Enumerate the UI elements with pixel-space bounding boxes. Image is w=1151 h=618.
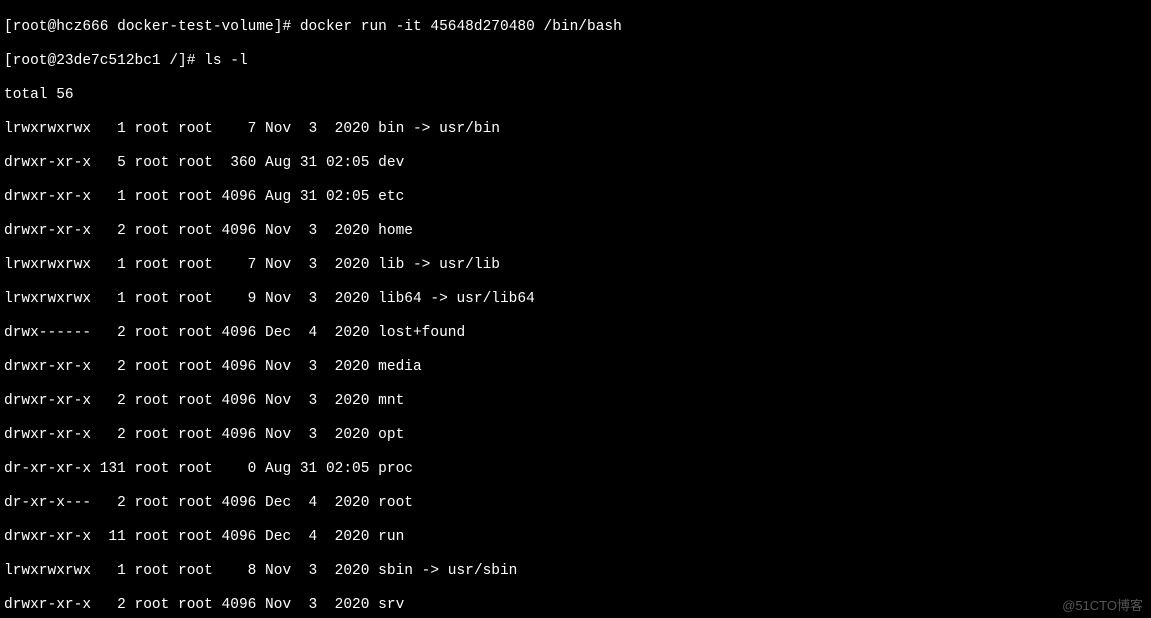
cmd-ls: ls -l: [204, 53, 248, 69]
line-host-cmd: [root@hcz666 docker-test-volume]# docker…: [4, 19, 1147, 36]
ls-entry: drwx------ 2 root root 4096 Dec 4 2020 l…: [4, 325, 1147, 342]
terminal[interactable]: [root@hcz666 docker-test-volume]# docker…: [0, 0, 1151, 618]
line-total: total 56: [4, 87, 1147, 104]
ls-entry: drwxr-xr-x 2 root root 4096 Nov 3 2020 m…: [4, 359, 1147, 376]
ls-entry: lrwxrwxrwx 1 root root 8 Nov 3 2020 sbin…: [4, 563, 1147, 580]
ls-entry: drwxr-xr-x 1 root root 4096 Aug 31 02:05…: [4, 189, 1147, 206]
ls-entry: drwxr-xr-x 2 root root 4096 Nov 3 2020 h…: [4, 223, 1147, 240]
ls-entry: lrwxrwxrwx 1 root root 9 Nov 3 2020 lib6…: [4, 291, 1147, 308]
ls-entry: drwxr-xr-x 2 root root 4096 Nov 3 2020 s…: [4, 597, 1147, 614]
ls-entry: dr-xr-xr-x 131 root root 0 Aug 31 02:05 …: [4, 461, 1147, 478]
watermark-text: @51CTO博客: [1062, 597, 1143, 614]
ls-entry: drwxr-xr-x 2 root root 4096 Nov 3 2020 m…: [4, 393, 1147, 410]
prompt-container: [root@23de7c512bc1 /]#: [4, 53, 204, 69]
ls-entry: drwxr-xr-x 5 root root 360 Aug 31 02:05 …: [4, 155, 1147, 172]
prompt-host: [root@hcz666 docker-test-volume]#: [4, 19, 300, 35]
line-ls-cmd: [root@23de7c512bc1 /]# ls -l: [4, 53, 1147, 70]
ls-entry: lrwxrwxrwx 1 root root 7 Nov 3 2020 bin …: [4, 121, 1147, 138]
ls-entry: drwxr-xr-x 2 root root 4096 Nov 3 2020 o…: [4, 427, 1147, 444]
ls-entry: dr-xr-x--- 2 root root 4096 Dec 4 2020 r…: [4, 495, 1147, 512]
ls-entry: drwxr-xr-x 11 root root 4096 Dec 4 2020 …: [4, 529, 1147, 546]
cmd-docker-run: docker run -it 45648d270480 /bin/bash: [300, 19, 622, 35]
ls-entry: lrwxrwxrwx 1 root root 7 Nov 3 2020 lib …: [4, 257, 1147, 274]
